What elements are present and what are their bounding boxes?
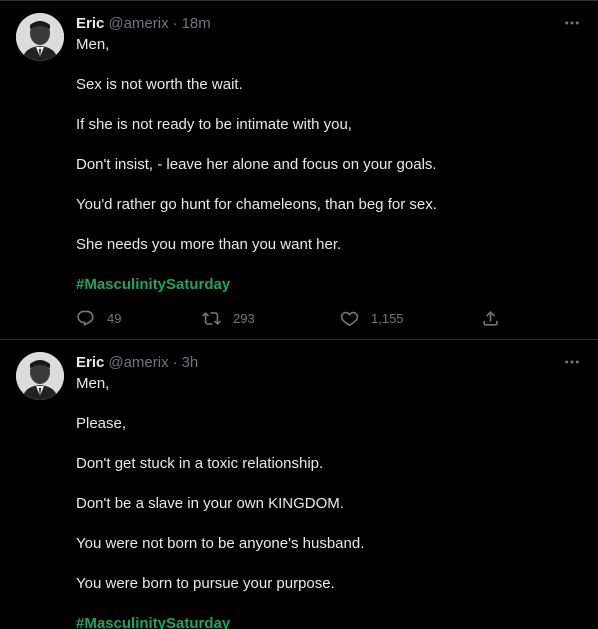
tweet-line: She needs you more than you want her. (76, 236, 342, 253)
like-count: 1,155 (371, 310, 404, 326)
tweet-text: Men, Please, Don't get stuck in a toxic … (76, 374, 576, 629)
author-name[interactable]: Eric (76, 15, 104, 32)
timestamp[interactable]: 18m (182, 15, 211, 32)
separator-dot: · (172, 353, 178, 371)
like-button[interactable]: 1,155 (340, 307, 404, 329)
tweet-line: Men, (76, 375, 110, 392)
tweet[interactable]: Eric @amerix · 18m Men, Sex is not worth… (0, 0, 598, 340)
reply-count: 49 (107, 310, 122, 326)
reply-icon (77, 310, 94, 326)
share-button[interactable] (481, 307, 500, 329)
avatar-image (16, 352, 64, 400)
tweet-line: You were born to pursue your purpose. (76, 575, 335, 592)
tweet[interactable]: Eric @amerix · 3h Men, Please, Don't get… (0, 340, 598, 629)
avatar-image (16, 13, 64, 61)
tweet-actions: 49 293 1,155 (76, 307, 516, 329)
reply-button[interactable]: 49 (76, 307, 121, 329)
tweet-text: Men, Sex is not worth the wait. If she i… (76, 35, 576, 315)
retweet-count: 293 (233, 310, 255, 326)
hashtag-link[interactable]: #MasculinitySaturday (76, 615, 230, 629)
tweet-line: If she is not ready to be intimate with … (76, 116, 352, 133)
separator-dot: · (172, 14, 178, 32)
tweet-line: Don't insist, - leave her alone and focu… (76, 156, 437, 173)
timestamp[interactable]: 3h (182, 354, 199, 371)
tweet-header: Eric @amerix · 18m (76, 13, 211, 33)
tweet-line: Don't get stuck in a toxic relationship. (76, 455, 324, 472)
tweet-line: Don't be a slave in your own KINGDOM. (76, 495, 344, 512)
tweet-line: Sex is not worth the wait. (76, 76, 243, 93)
author-handle[interactable]: @amerix (108, 354, 168, 371)
tweet-header: Eric @amerix · 3h (76, 352, 198, 372)
more-icon[interactable] (560, 352, 584, 372)
avatar[interactable] (16, 352, 64, 400)
hashtag-link[interactable]: #MasculinitySaturday (76, 276, 230, 293)
more-icon[interactable] (560, 13, 584, 33)
tweet-line: Please, (76, 415, 127, 432)
avatar[interactable] (16, 13, 64, 61)
author-name[interactable]: Eric (76, 354, 104, 371)
retweet-icon (202, 311, 221, 325)
tweet-line: You were not born to be anyone's husband… (76, 535, 365, 552)
tweet-line: Men, (76, 36, 110, 53)
retweet-button[interactable]: 293 (202, 307, 255, 329)
author-handle[interactable]: @amerix (108, 15, 168, 32)
tweet-line: You'd rather go hunt for chameleons, tha… (76, 196, 437, 213)
tweet-feed: Eric @amerix · 18m Men, Sex is not worth… (0, 0, 598, 629)
heart-icon (340, 311, 359, 326)
share-icon (483, 310, 498, 326)
